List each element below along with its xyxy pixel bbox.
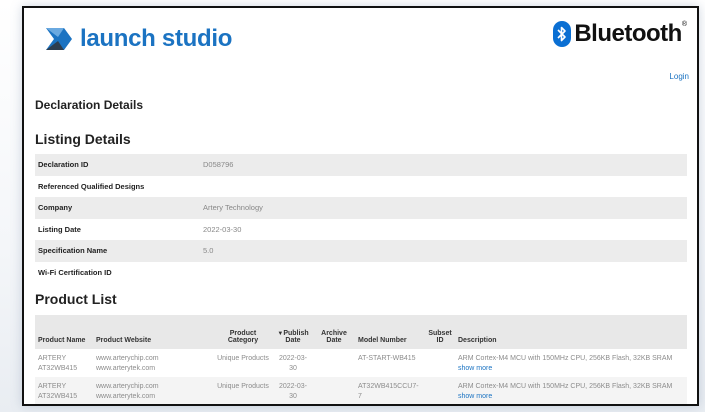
detail-label: Declaration ID bbox=[38, 160, 89, 170]
detail-row: Specification Name 5.0 bbox=[35, 240, 687, 262]
archive-date bbox=[313, 349, 355, 377]
site-header: launch studio Bluetooth ® bbox=[24, 8, 697, 76]
browser-page: launch studio Bluetooth ® Login Declarat… bbox=[22, 6, 699, 406]
detail-row: Wi-Fi Certification ID bbox=[35, 262, 687, 284]
detail-label: Referenced Qualified Designs bbox=[38, 181, 145, 191]
description-text: ARM Cortex-M4 MCU with 150MHz CPU, 256KB… bbox=[458, 383, 673, 390]
declaration-title: Declaration Details bbox=[35, 98, 144, 112]
bluetooth-brand: Bluetooth ® bbox=[553, 20, 687, 48]
bluetooth-rune-icon bbox=[553, 21, 572, 47]
detail-value: 5.0 bbox=[203, 246, 214, 256]
listing-details-table: Declaration ID D058796 Referenced Qualif… bbox=[35, 154, 687, 283]
detail-row: Company Artery Technology bbox=[35, 197, 687, 219]
column-header-publish-date[interactable]: ▼Publish Date bbox=[273, 315, 313, 349]
product-table: Product Name Product Website Product Cat… bbox=[35, 315, 687, 404]
table-header-row: Product Name Product Website Product Cat… bbox=[35, 315, 687, 349]
description-text: ARM Cortex-M4 MCU with 150MHz CPU, 256KB… bbox=[458, 355, 673, 362]
column-header-publish-label: Publish Date bbox=[283, 330, 309, 344]
product-website[interactable]: www.arterychip.com www.arterytek.com bbox=[93, 377, 213, 404]
detail-row: Listing Date 2022-03-30 bbox=[35, 219, 687, 241]
product-name: ARTERY AT32WB415 bbox=[38, 355, 78, 372]
product-description: ARM Cortex-M4 MCU with 150MHz CPU, 256KB… bbox=[455, 377, 687, 404]
product-category: Unique Products bbox=[213, 377, 273, 404]
launch-studio-logo-icon bbox=[46, 28, 72, 50]
detail-value: Artery Technology bbox=[203, 203, 263, 213]
bluetooth-wordmark: Bluetooth bbox=[574, 20, 682, 47]
detail-value: 2022-03-30 bbox=[203, 224, 242, 234]
detail-row: Referenced Qualified Designs bbox=[35, 176, 687, 198]
table-row: ARTERY AT32WB415 www.arterychip.com www.… bbox=[35, 349, 687, 377]
product-name: ARTERY AT32WB415 bbox=[35, 377, 93, 404]
table-row: ARTERY AT32WB415 www.arterychip.com www.… bbox=[35, 377, 687, 404]
product-description: ARM Cortex-M4 MCU with 150MHz CPU, 256KB… bbox=[455, 349, 687, 377]
detail-label: Listing Date bbox=[38, 224, 81, 234]
logo-text: launch studio bbox=[80, 25, 233, 52]
launch-studio-logo[interactable]: launch studio bbox=[44, 24, 232, 54]
login-link[interactable]: Login bbox=[669, 72, 689, 81]
listing-title: Listing Details bbox=[35, 131, 131, 147]
column-header-archive-date[interactable]: Archive Date bbox=[313, 315, 355, 349]
archive-date bbox=[313, 377, 355, 404]
product-category: Unique Products bbox=[217, 355, 269, 362]
column-header-name[interactable]: Product Name bbox=[35, 315, 93, 349]
show-more-link[interactable]: show more bbox=[458, 365, 492, 372]
detail-label: Wi-Fi Certification ID bbox=[38, 267, 112, 277]
detail-label: Specification Name bbox=[38, 246, 108, 256]
column-header-description[interactable]: Description bbox=[455, 315, 687, 349]
product-list-title: Product List bbox=[35, 291, 117, 307]
detail-value: D058796 bbox=[203, 160, 234, 170]
column-header-category[interactable]: Product Category bbox=[213, 315, 273, 349]
detail-row: Declaration ID D058796 bbox=[35, 154, 687, 176]
column-header-website[interactable]: Product Website bbox=[93, 315, 213, 349]
publish-date: 2022-03-30 bbox=[278, 355, 308, 372]
publish-date: 2022-03-30 bbox=[273, 377, 313, 404]
column-header-model-number[interactable]: Model Number bbox=[355, 315, 425, 349]
subset-id bbox=[425, 349, 455, 377]
detail-label: Company bbox=[38, 203, 73, 213]
model-number: AT-START-WB415 bbox=[358, 355, 416, 362]
column-header-subset-id[interactable]: Subset ID bbox=[425, 315, 455, 349]
product-website[interactable]: www.arterychip.com www.arterytek.com bbox=[93, 349, 213, 377]
subset-id bbox=[425, 377, 455, 404]
registered-mark: ® bbox=[681, 20, 687, 28]
show-more-link[interactable]: show more bbox=[458, 393, 492, 400]
model-number: AT32WB415CCU7-7 bbox=[355, 377, 425, 404]
